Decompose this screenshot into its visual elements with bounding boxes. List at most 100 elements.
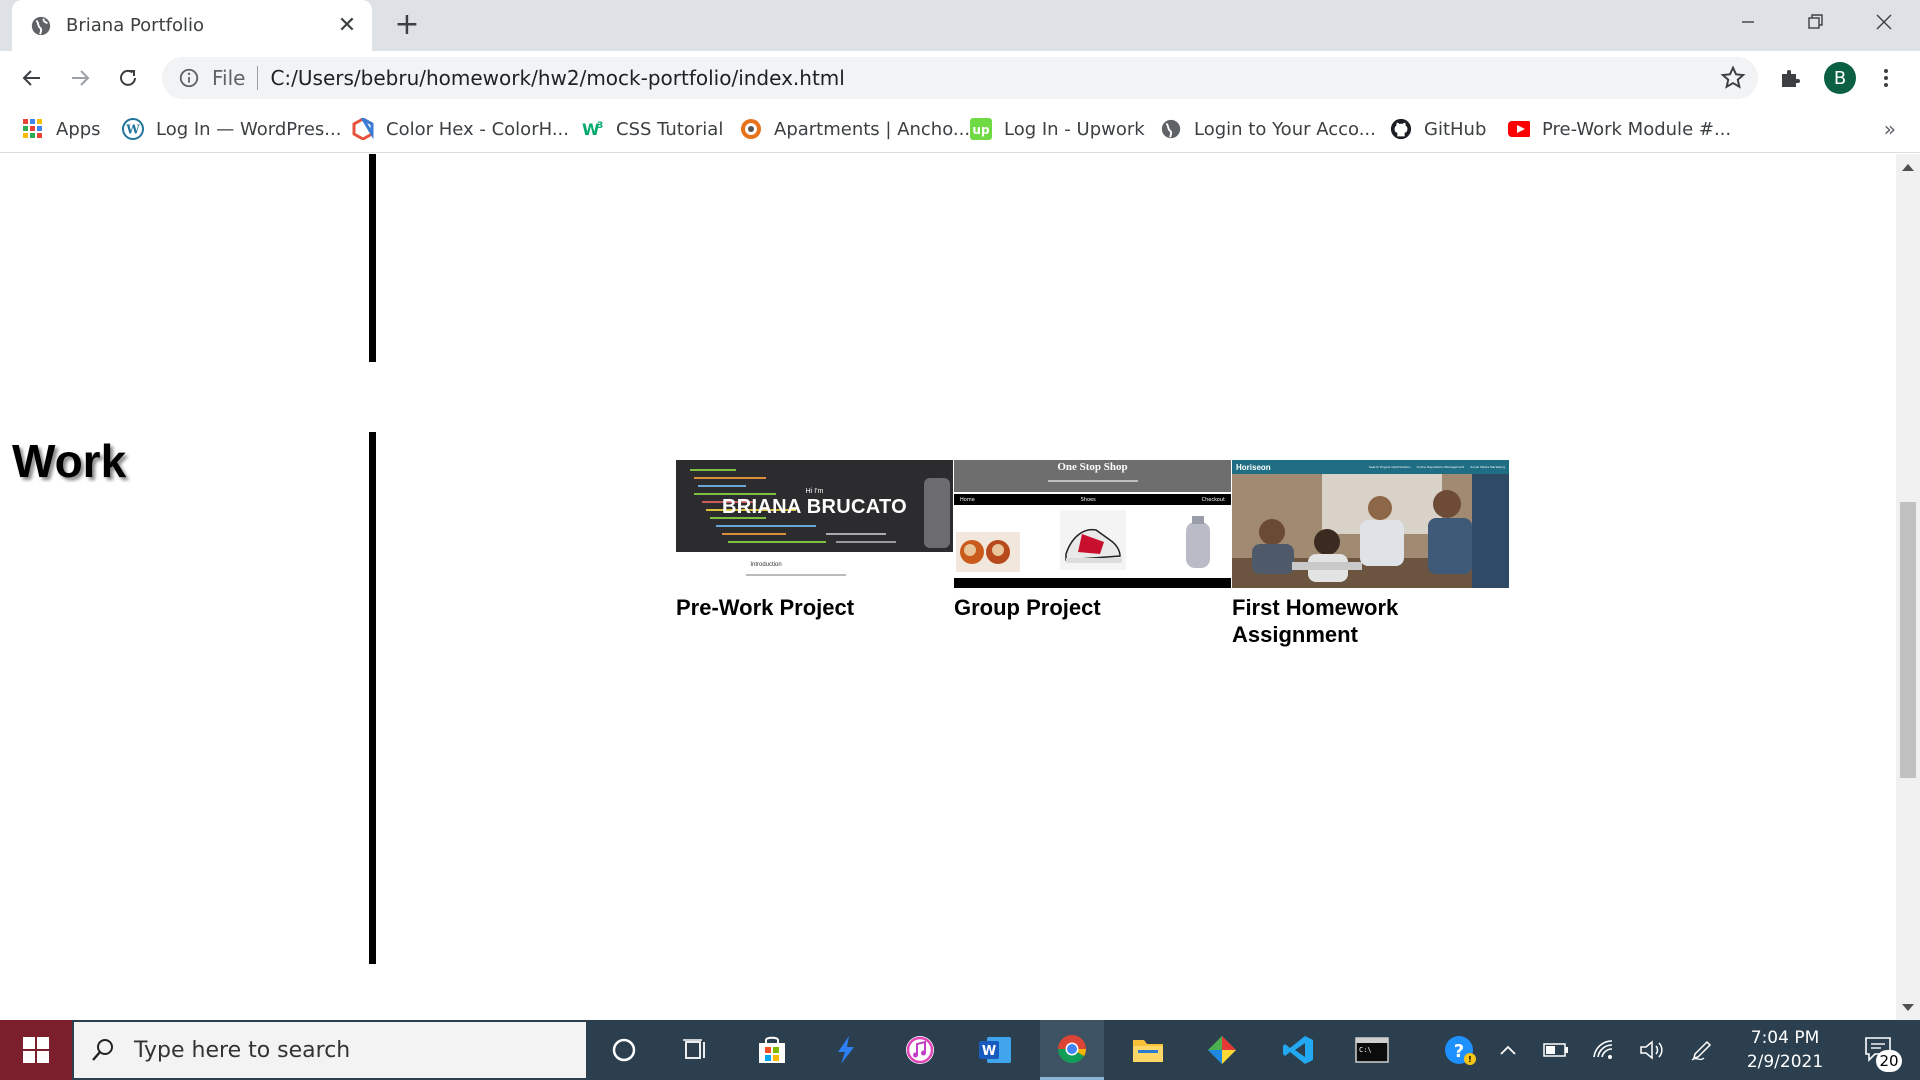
file-explorer-app[interactable] — [1116, 1020, 1180, 1080]
battery-tray-button[interactable] — [1536, 1020, 1576, 1080]
scroll-down-arrow-icon[interactable] — [1902, 1004, 1914, 1011]
star-icon[interactable] — [1720, 65, 1746, 91]
close-window-button[interactable] — [1850, 0, 1918, 44]
task-view-button[interactable] — [664, 1020, 728, 1080]
task-view-icon — [683, 1039, 705, 1059]
help-icon: ?! — [1445, 1036, 1476, 1065]
terminal-app[interactable]: C:\ — [1340, 1020, 1404, 1080]
bookmark-apartments[interactable]: Apartments | Ancho... — [740, 105, 970, 153]
action-center-button[interactable]: 20 — [1852, 1020, 1908, 1080]
minimize-icon — [1742, 21, 1754, 23]
colorhex-icon — [352, 118, 374, 140]
globe-icon — [1160, 118, 1182, 140]
thumb-name: BRIANA BRUCATO — [722, 496, 907, 518]
web-page: Work Hi I'm BRIANA BRUCATO Introduction … — [0, 154, 1896, 1020]
apartments-icon — [740, 118, 762, 140]
itunes-app[interactable] — [888, 1020, 952, 1080]
store-app[interactable] — [740, 1020, 804, 1080]
thumb-hero: Hi I'm BRIANA BRUCATO — [676, 460, 953, 552]
bookmark-label: Pre-Work Module #... — [1542, 118, 1732, 140]
thumb-header: Horiseon Search Engine Optimization Onli… — [1232, 460, 1509, 474]
bookmark-prework-module[interactable]: Pre-Work Module #... — [1508, 105, 1731, 153]
scrollbar-thumb[interactable] — [1900, 502, 1916, 778]
svg-text:!: ! — [1468, 1055, 1472, 1064]
new-tab-button[interactable]: + — [390, 8, 424, 42]
lightning-icon — [838, 1036, 854, 1064]
more-bookmarks-button[interactable]: » — [1884, 117, 1896, 141]
thumb-heading: One Stop Shop — [1057, 461, 1128, 473]
project-card-homework[interactable]: Horiseon Search Engine Optimization Onli… — [1232, 460, 1509, 648]
store-bag-icon — [759, 1036, 785, 1063]
chrome-app[interactable] — [1040, 1020, 1104, 1080]
thumb-header: One Stop Shop — [954, 460, 1231, 492]
back-button[interactable] — [14, 60, 50, 96]
bookmark-label: Apartments | Ancho... — [774, 118, 971, 140]
extensions-button[interactable] — [1772, 60, 1808, 96]
upwork-icon: up — [970, 118, 992, 140]
close-icon — [1876, 14, 1892, 30]
bookmark-upwork[interactable]: up Log In - Upwork — [970, 105, 1145, 153]
word-icon: W — [979, 1037, 1011, 1063]
pen-tray-button[interactable] — [1682, 1020, 1722, 1080]
url-text[interactable]: C:/Users/bebru/homework/hw2/mock-portfol… — [270, 66, 1720, 90]
info-icon[interactable] — [178, 67, 200, 89]
tab-close-icon[interactable]: ✕ — [336, 13, 358, 38]
thumb-nav-item: Online Reputation Management — [1416, 465, 1465, 469]
bookmark-css-tutorial[interactable]: W3 CSS Tutorial — [582, 105, 723, 153]
pen-icon — [1691, 1040, 1712, 1061]
powershell-app[interactable] — [814, 1020, 878, 1080]
bookmark-github[interactable]: GitHub — [1390, 105, 1486, 153]
search-icon — [92, 1039, 113, 1061]
project-thumbnail-homework[interactable]: Horiseon Search Engine Optimization Onli… — [1232, 460, 1509, 588]
project-title[interactable]: First Homework Assignment — [1232, 594, 1509, 648]
help-tray-button[interactable]: ?! — [1440, 1020, 1480, 1080]
project-title[interactable]: Pre-Work Project — [676, 594, 953, 621]
avatar: B — [1824, 62, 1856, 94]
thumb-text-line — [746, 574, 846, 576]
vscode-app[interactable] — [1266, 1020, 1330, 1080]
thumb-nav-item: Shoes — [1080, 496, 1096, 503]
page-scrollbar[interactable] — [1896, 154, 1920, 1020]
start-button[interactable] — [0, 1020, 72, 1080]
taskbar-search[interactable]: Type here to search — [74, 1022, 586, 1078]
tab-title: Briana Portfolio — [66, 15, 204, 36]
thumb-greeting: Hi I'm — [805, 488, 824, 495]
minimize-button[interactable] — [1714, 0, 1782, 44]
section-divider-work — [369, 432, 376, 964]
chrome-icon — [1058, 1034, 1086, 1063]
restore-button[interactable] — [1782, 0, 1850, 44]
forward-button[interactable] — [62, 60, 98, 96]
notification-count-badge: 20 — [1876, 1050, 1902, 1072]
volume-tray-button[interactable] — [1632, 1020, 1672, 1080]
project-thumbnail-prework[interactable]: Hi I'm BRIANA BRUCATO Introduction — [676, 460, 953, 588]
reload-button[interactable] — [110, 60, 146, 96]
thumb-subline — [1047, 480, 1138, 482]
profile-button[interactable]: B — [1822, 60, 1858, 96]
menu-button[interactable] — [1868, 60, 1904, 96]
folder-icon — [1133, 1040, 1163, 1062]
w3schools-icon: W3 — [582, 118, 604, 140]
restore-icon — [1808, 14, 1823, 29]
project-card-group[interactable]: One Stop Shop Home Shoes Checkout Group … — [954, 460, 1231, 621]
bookmark-colorhex[interactable]: Color Hex - ColorH... — [352, 105, 569, 153]
apps-grid-icon — [22, 118, 44, 140]
wifi-tray-button[interactable] — [1584, 1020, 1624, 1080]
bookmark-login-account[interactable]: Login to Your Acco... — [1160, 105, 1376, 153]
show-hidden-icons-button[interactable] — [1490, 1020, 1526, 1080]
word-app[interactable]: W — [964, 1020, 1028, 1080]
scroll-up-arrow-icon[interactable] — [1902, 164, 1914, 171]
bookmark-apps[interactable]: Apps — [22, 105, 101, 153]
cortana-button[interactable] — [592, 1020, 656, 1080]
gitkraken-app[interactable] — [1190, 1020, 1254, 1080]
system-clock[interactable]: 7:04 PM 2/9/2021 — [1730, 1026, 1840, 1074]
reload-icon — [120, 69, 136, 86]
project-thumbnail-group[interactable]: One Stop Shop Home Shoes Checkout — [954, 460, 1231, 588]
project-card-prework[interactable]: Hi I'm BRIANA BRUCATO Introduction Pre-W… — [676, 460, 953, 621]
bookmarks-bar: Apps W Log In — WordPres... Color Hex - … — [0, 105, 1920, 153]
bookmark-wordpress[interactable]: W Log In — WordPres... — [122, 105, 341, 153]
address-bar[interactable]: File C:/Users/bebru/homework/hw2/mock-po… — [162, 57, 1758, 99]
terminal-icon: C:\ — [1355, 1037, 1389, 1063]
project-title[interactable]: Group Project — [954, 594, 1231, 621]
browser-tab[interactable]: Briana Portfolio ✕ — [12, 0, 372, 51]
work-section-title: Work — [12, 435, 127, 487]
